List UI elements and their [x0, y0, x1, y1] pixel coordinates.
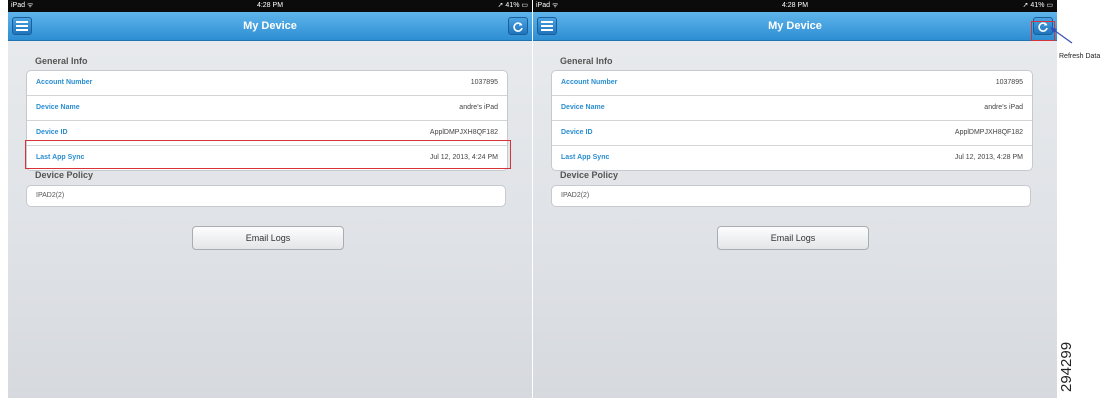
general-info-heading: General Info [35, 56, 88, 66]
general-info-heading: General Info [560, 56, 613, 66]
email-logs-button[interactable]: Email Logs [717, 226, 869, 250]
device-policy-field: IPAD2(2) [551, 185, 1031, 207]
account-number-row[interactable]: Account Number 1037895 [552, 71, 1032, 95]
nav-bar: My Device [533, 12, 1057, 41]
row-value: 1037895 [470, 79, 498, 86]
account-number-row[interactable]: Account Number 1037895 [27, 71, 507, 95]
row-label: Account Number [36, 79, 93, 86]
refresh-button[interactable] [508, 17, 528, 35]
device-id-row[interactable]: Device ID ApplDMPJXH8QF182 [552, 120, 1032, 145]
device-name-row[interactable]: Device Name andre's iPad [27, 95, 507, 120]
device-screen-before: iPad ᯤ 4:28 PM ➚ 41% ▭ My Device General… [8, 0, 532, 398]
status-bar: iPad ᯤ 4:28 PM ➚ 41% ▭ [533, 0, 1057, 12]
device-policy-field: IPAD2(2) [26, 185, 506, 207]
row-label: Device Name [561, 104, 605, 111]
device-name-row[interactable]: Device Name andre's iPad [552, 95, 1032, 120]
row-value: 1037895 [995, 79, 1023, 86]
arrow-icon [1050, 27, 1073, 44]
sync-highlight-box [25, 140, 511, 169]
row-value: andre's iPad [984, 104, 1023, 111]
battery-indicator: ➚ 41% ▭ [497, 2, 528, 9]
row-label: Last App Sync [561, 154, 610, 161]
page-title: My Device [243, 20, 297, 32]
status-time: 4:28 PM [781, 2, 809, 9]
general-info-group: Account Number 1037895 Device Name andre… [551, 70, 1033, 171]
row-value: ApplDMPJXH8QF182 [954, 129, 1023, 136]
row-value: andre's iPad [459, 104, 498, 111]
row-label: Device ID [561, 129, 593, 136]
refresh-data-callout: Refresh Data [1059, 53, 1101, 60]
page-title: My Device [768, 20, 822, 32]
email-logs-button[interactable]: Email Logs [192, 226, 344, 250]
nav-bar: My Device [8, 12, 532, 41]
device-policy-heading: Device Policy [35, 170, 94, 180]
status-bar: iPad ᯤ 4:28 PM ➚ 41% ▭ [8, 0, 532, 12]
device-policy-heading: Device Policy [560, 170, 619, 180]
battery-indicator: ➚ 41% ▭ [1022, 2, 1053, 9]
row-label: Account Number [561, 79, 618, 86]
device-screen-after: iPad ᯤ 4:28 PM ➚ 41% ▭ My Device General… [533, 0, 1057, 398]
row-value: Jul 12, 2013, 4:28 PM [954, 154, 1023, 161]
figure-number: 294299 [1058, 341, 1075, 392]
last-app-sync-row[interactable]: Last App Sync Jul 12, 2013, 4:28 PM [552, 145, 1032, 170]
refresh-icon [513, 22, 523, 32]
row-label: Device Name [36, 104, 80, 111]
status-time: 4:28 PM [256, 2, 284, 9]
